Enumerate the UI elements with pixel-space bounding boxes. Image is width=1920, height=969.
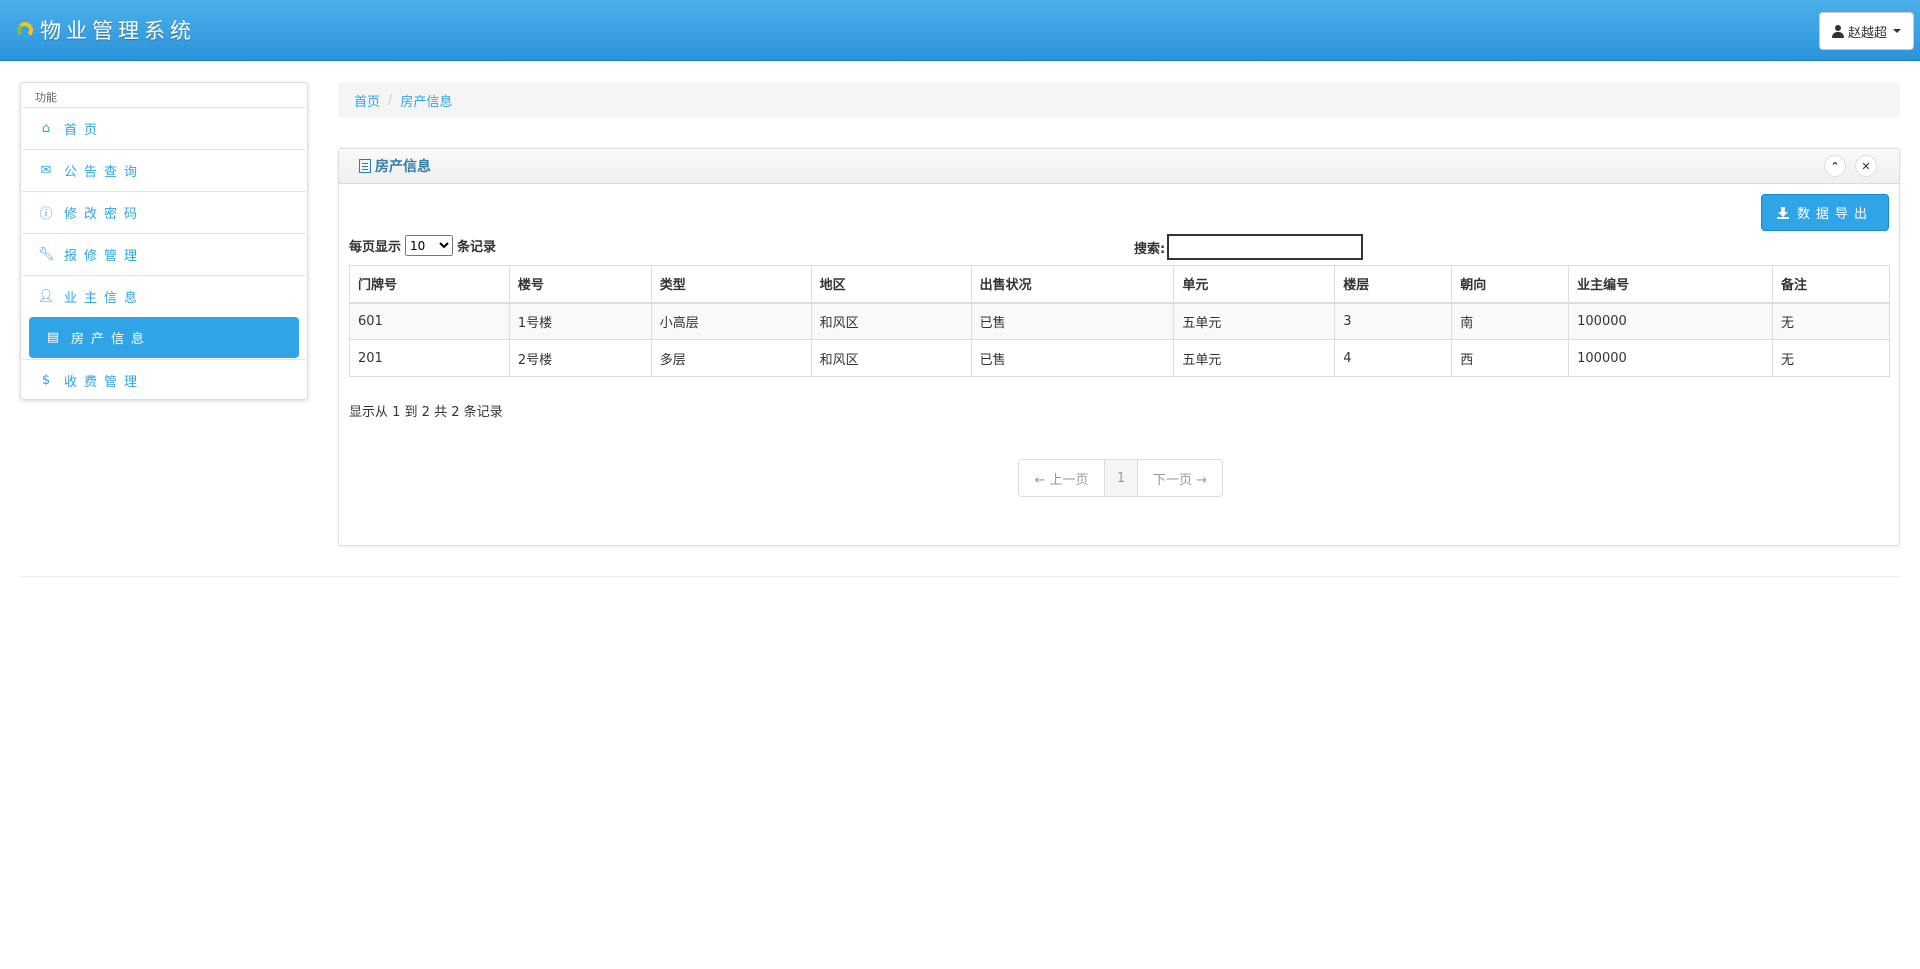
table-cell: 无 <box>1772 302 1890 340</box>
sidebar-item-announcements[interactable]: ✉ 公告查询 <box>22 149 306 190</box>
brand[interactable]: 物业管理系统 <box>14 14 196 46</box>
breadcrumb-home-link[interactable]: 首页 <box>354 91 380 110</box>
sidebar-item-label: 收费管理 <box>64 374 145 390</box>
logo-icon <box>14 19 36 41</box>
pagination: ← 上一页 1 下一页 → <box>1018 459 1223 497</box>
user-icon <box>1831 24 1844 38</box>
table-cell: 多层 <box>650 339 812 377</box>
table-cell: 601 <box>349 302 510 340</box>
table-cell: 和风区 <box>810 339 972 377</box>
list-icon: ▤ <box>46 330 60 345</box>
info-icon: ⓘ <box>39 206 53 222</box>
sidebar-item-label: 报修管理 <box>64 248 145 264</box>
table-cell: 五单元 <box>1173 339 1336 377</box>
home-icon: ⌂ <box>41 120 51 136</box>
table-cell: 100000 <box>1568 339 1773 377</box>
document-icon <box>359 159 371 173</box>
page-length-select[interactable]: 10 <box>405 235 454 256</box>
sidebar-item-change-password[interactable]: ⓘ 修改密码 <box>22 191 306 232</box>
table-info: 显示从 1 到 2 共 2 条记录 <box>349 405 503 420</box>
length-suffix: 条记录 <box>457 240 497 255</box>
property-panel: 房产信息 ⌃ ✕ 数据导出 每页显示 10 条记录 搜索: 门牌号 楼号 类型 … <box>338 148 1900 546</box>
user-icon: 👤︎ <box>37 288 55 304</box>
breadcrumb-current-link[interactable]: 房产信息 <box>400 91 452 110</box>
search-control: 搜索: <box>1134 234 1364 260</box>
caret-down-icon <box>1893 29 1901 33</box>
user-name: 赵越超 <box>1847 25 1887 41</box>
sidebar-item-label: 首页 <box>64 122 105 138</box>
page-length-control: 每页显示 10 条记录 <box>349 235 496 256</box>
table-cell: 已售 <box>970 302 1175 340</box>
table-header-row: 门牌号 楼号 类型 地区 出售状况 单元 楼层 朝向 业主编号 备注 <box>349 265 1890 304</box>
page-number-button[interactable]: 1 <box>1105 460 1138 496</box>
panel-title-text: 房产信息 <box>375 159 431 175</box>
table-cell: 和风区 <box>810 302 972 340</box>
sidebar-item-label: 业主信息 <box>64 290 145 306</box>
prev-page-button[interactable]: ← 上一页 <box>1019 460 1105 496</box>
sidebar-item-property[interactable]: ▤ 房产信息 <box>29 317 299 358</box>
table-cell: 已售 <box>970 339 1175 377</box>
column-header[interactable]: 楼层 <box>1334 265 1453 304</box>
column-header[interactable]: 单元 <box>1173 265 1336 304</box>
table-cell: 西 <box>1451 339 1570 377</box>
length-prefix: 每页显示 <box>349 240 402 255</box>
wrench-icon: 🔧︎ <box>37 246 55 262</box>
breadcrumb-separator: / <box>388 92 393 108</box>
export-label: 数据导出 <box>1796 207 1873 222</box>
next-page-button[interactable]: 下一页 → <box>1138 460 1222 496</box>
sidebar-item-owners[interactable]: 👤︎ 业主信息 <box>22 275 306 316</box>
table-cell: 100000 <box>1568 302 1773 340</box>
column-header[interactable]: 楼号 <box>508 265 652 304</box>
table-cell: 3 <box>1334 302 1453 340</box>
sidebar-item-repairs[interactable]: 🔧︎ 报修管理 <box>22 233 306 274</box>
download-icon <box>1776 206 1789 219</box>
close-icon: ✕ <box>1861 159 1871 173</box>
search-label: 搜索: <box>1134 241 1166 257</box>
app-title: 物业管理系统 <box>40 19 196 43</box>
search-input[interactable] <box>1167 234 1364 260</box>
panel-title: 房产信息 <box>359 156 431 176</box>
sidebar-item-label: 公告查询 <box>64 164 145 180</box>
dollar-icon: $ <box>41 372 51 388</box>
column-header[interactable]: 备注 <box>1772 265 1890 304</box>
sidebar-item-billing[interactable]: $ 收费管理 <box>22 359 306 400</box>
export-data-button[interactable]: 数据导出 <box>1761 194 1889 231</box>
column-header[interactable]: 门牌号 <box>349 265 510 304</box>
column-header[interactable]: 类型 <box>650 265 812 304</box>
sidebar: 功能 ⌂ 首页 ✉ 公告查询 ⓘ 修改密码 🔧︎ 报修管理 👤︎ 业主信息 ▤ … <box>20 82 308 400</box>
table-row[interactable]: 601 1号楼 小高层 和风区 已售 五单元 3 南 100000 无 <box>349 302 1890 340</box>
footer-divider <box>20 576 1900 577</box>
table-cell: 2号楼 <box>508 339 652 377</box>
panel-header: 房产信息 ⌃ ✕ <box>339 149 1899 184</box>
column-header[interactable]: 出售状况 <box>970 265 1175 304</box>
sidebar-item-home[interactable]: ⌂ 首页 <box>22 107 306 148</box>
column-header[interactable]: 地区 <box>810 265 972 304</box>
table-cell: 无 <box>1772 339 1890 377</box>
table-cell: 小高层 <box>650 302 812 340</box>
table-cell: 201 <box>349 339 510 377</box>
column-header[interactable]: 朝向 <box>1451 265 1570 304</box>
table-cell: 五单元 <box>1173 302 1336 340</box>
table-row[interactable]: 201 2号楼 多层 和风区 已售 五单元 4 西 100000 无 <box>349 339 1890 377</box>
collapse-button[interactable]: ⌃ <box>1824 155 1846 177</box>
top-navbar: 物业管理系统 赵越超 <box>0 0 1920 61</box>
sidebar-item-label: 房产信息 <box>71 332 152 347</box>
column-header[interactable]: 业主编号 <box>1568 265 1773 304</box>
property-table: 门牌号 楼号 类型 地区 出售状况 单元 楼层 朝向 业主编号 备注 601 1… <box>349 265 1890 377</box>
envelope-icon: ✉ <box>40 162 52 178</box>
chevron-up-icon: ⌃ <box>1830 159 1840 173</box>
close-panel-button[interactable]: ✕ <box>1855 155 1877 177</box>
table-cell: 1号楼 <box>508 302 652 340</box>
sidebar-item-label: 修改密码 <box>64 206 145 222</box>
sidebar-header: 功能 <box>35 91 57 104</box>
user-menu-button[interactable]: 赵越超 <box>1818 12 1914 50</box>
table-cell: 南 <box>1451 302 1570 340</box>
breadcrumb: 首页 / 房产信息 <box>338 82 1900 118</box>
table-cell: 4 <box>1334 339 1453 377</box>
